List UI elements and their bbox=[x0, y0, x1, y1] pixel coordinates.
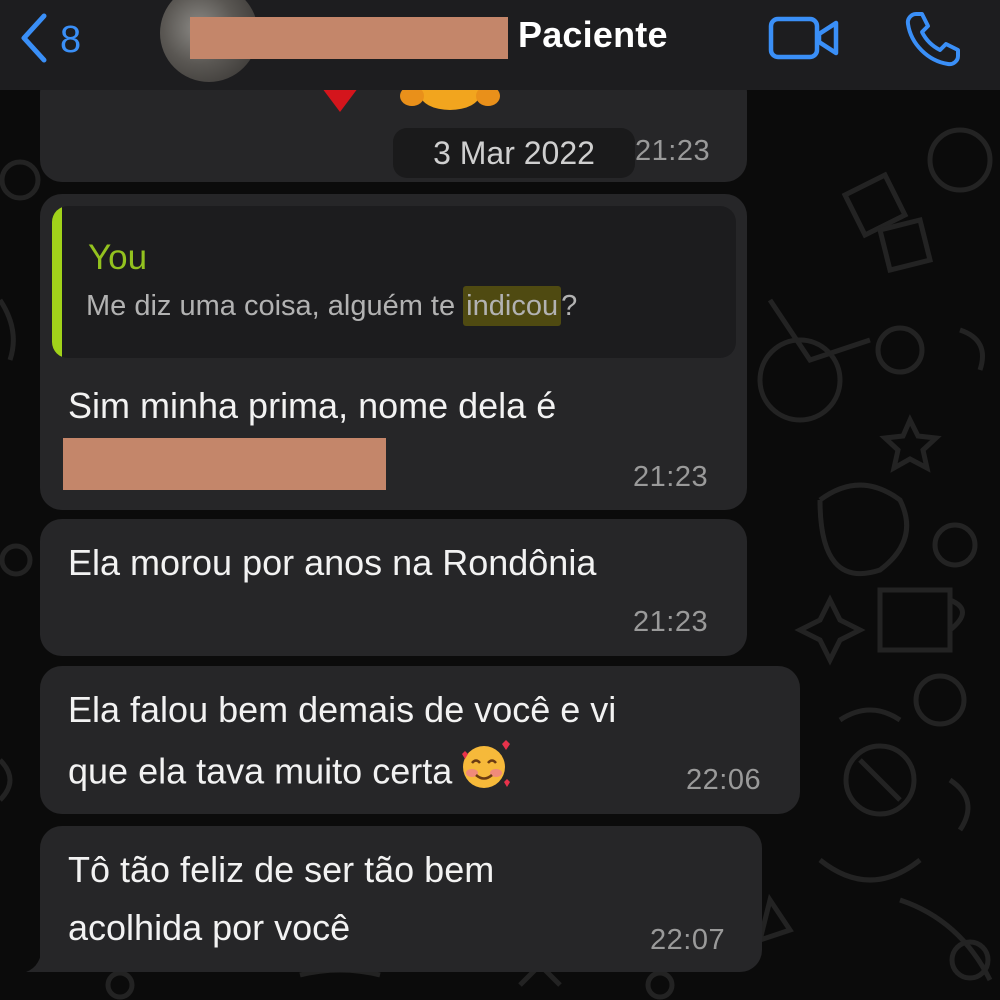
phone-icon bbox=[902, 12, 962, 74]
redacted-contact-name bbox=[190, 17, 508, 59]
message-time: 22:06 bbox=[686, 764, 762, 796]
message-time: 22:07 bbox=[650, 924, 726, 956]
back-button[interactable]: 8 bbox=[18, 12, 81, 68]
quoted-message[interactable]: You Me diz uma coisa, alguém te indicou? bbox=[52, 206, 736, 358]
video-camera-icon bbox=[768, 16, 840, 66]
chevron-left-icon bbox=[18, 12, 48, 69]
bubble-tail bbox=[24, 944, 54, 979]
message-bubble[interactable]: Ela morou por anos na Rondônia 21:23 bbox=[40, 519, 747, 656]
message-bubble[interactable]: Tô tão feliz de ser tão bem acolhida por… bbox=[40, 826, 762, 972]
message-text: Ela morou por anos na Rondônia bbox=[68, 542, 597, 583]
message-time: 21:23 bbox=[635, 135, 711, 167]
message-bubble[interactable]: Ela falou bem demais de você e vi que el… bbox=[40, 666, 800, 814]
message-time: 21:23 bbox=[633, 461, 709, 493]
smiling-face-with-hearts-emoji bbox=[458, 738, 512, 810]
quote-author: You bbox=[88, 238, 148, 277]
date-chip: 3 Mar 2022 bbox=[393, 128, 635, 178]
quote-accent-bar bbox=[52, 206, 62, 358]
message-text-line: Tô tão feliz de ser tão bem bbox=[68, 849, 495, 890]
message-text-line: que ela tava muito certa bbox=[68, 738, 512, 810]
redacted-name bbox=[63, 438, 386, 490]
quote-text: Me diz uma coisa, alguém te indicou? bbox=[86, 286, 577, 326]
video-call-button[interactable] bbox=[768, 14, 840, 67]
contact-name[interactable]: Paciente bbox=[518, 14, 668, 56]
voice-call-button[interactable] bbox=[902, 10, 962, 75]
message-time: 21:23 bbox=[633, 606, 709, 638]
chat-header: 8 Paciente bbox=[0, 0, 1000, 90]
unread-count: 8 bbox=[60, 18, 82, 61]
message-text: Sim minha prima, nome dela é bbox=[68, 385, 557, 426]
message-text-line: acolhida por você bbox=[68, 907, 351, 948]
search-highlight: indicou bbox=[463, 286, 562, 326]
message-text-line: Ela falou bem demais de você e vi bbox=[68, 689, 617, 730]
